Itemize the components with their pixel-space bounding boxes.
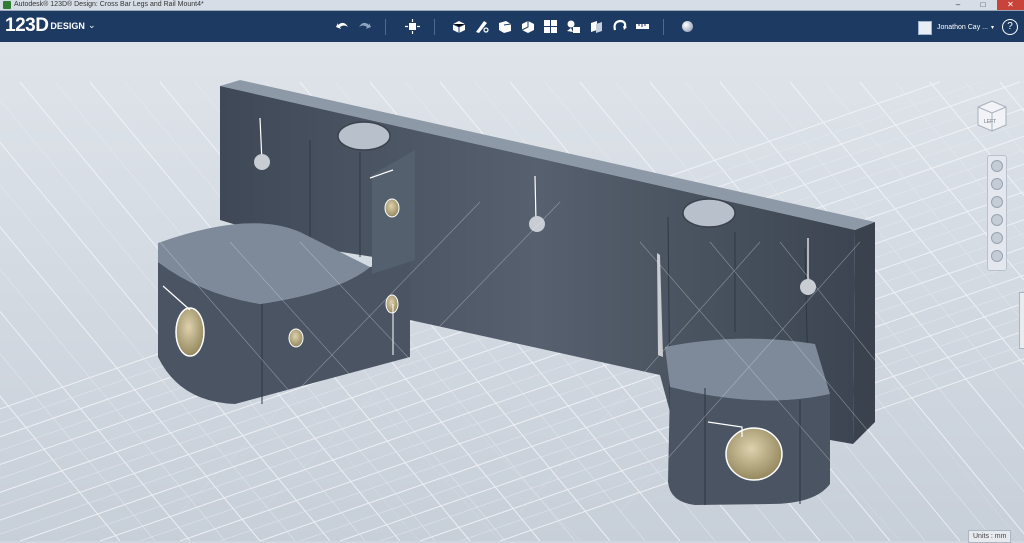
combine-icon[interactable] (588, 18, 605, 35)
material-icon[interactable] (679, 18, 696, 35)
caret-down-icon: ▾ (990, 25, 994, 32)
fit-icon[interactable] (991, 214, 1003, 226)
pattern-icon[interactable] (542, 18, 559, 35)
redo-icon[interactable] (356, 18, 373, 35)
user-name: Jonathon Cay ... (937, 24, 988, 32)
side-panel-tab[interactable] (1019, 292, 1024, 349)
window-title: Autodesk® 123D® Design: Cross Bar Legs a… (14, 1, 204, 8)
logo-main: 123D (5, 15, 49, 36)
minimize-button[interactable]: – (946, 0, 970, 10)
navigation-bar (987, 155, 1007, 271)
toolbar-separator (434, 19, 435, 35)
avatar (918, 20, 932, 35)
modify-icon[interactable] (519, 18, 536, 35)
window-titlebar: Autodesk® 123D® Design: Cross Bar Legs a… (0, 0, 1024, 11)
undo-icon[interactable] (334, 18, 351, 35)
measure-icon[interactable] (634, 18, 651, 35)
pan-icon[interactable] (991, 160, 1003, 172)
construct-icon[interactable] (496, 18, 513, 35)
snap-icon[interactable] (611, 18, 628, 35)
sketch-icon[interactable] (473, 18, 490, 35)
toolbar-separator (385, 19, 386, 35)
transform-icon[interactable] (404, 18, 421, 35)
scene-canvas (0, 42, 1024, 541)
chevron-down-icon: ⌄ (87, 20, 96, 30)
viewcube-face-label: LEFT (984, 119, 996, 125)
app-menu-button[interactable]: 123D DESIGN ⌄ (5, 15, 95, 37)
help-button[interactable]: ? (1002, 19, 1018, 35)
toolbar-separator (663, 19, 664, 35)
maximize-button[interactable]: □ (971, 0, 995, 10)
app-icon (3, 1, 11, 9)
close-button[interactable]: ✕ (997, 0, 1024, 10)
user-account-menu[interactable]: Jonathon Cay ... ▾ (918, 19, 994, 35)
logo-sub: DESIGN (50, 21, 85, 31)
primitives-icon[interactable] (450, 18, 467, 35)
orbit-icon[interactable] (991, 178, 1003, 190)
perspective-icon[interactable] (991, 232, 1003, 244)
main-toolbar: 123D DESIGN ⌄ Jonathon Cay ... ▾ ? (0, 11, 1024, 43)
units-indicator[interactable]: Units : mm (968, 530, 1012, 543)
grouping-icon[interactable] (565, 18, 582, 35)
3d-viewport[interactable]: LEFT (0, 42, 1024, 541)
zoom-icon[interactable] (991, 196, 1003, 208)
viewcube[interactable]: LEFT (970, 95, 1010, 135)
visibility-icon[interactable] (991, 250, 1003, 262)
